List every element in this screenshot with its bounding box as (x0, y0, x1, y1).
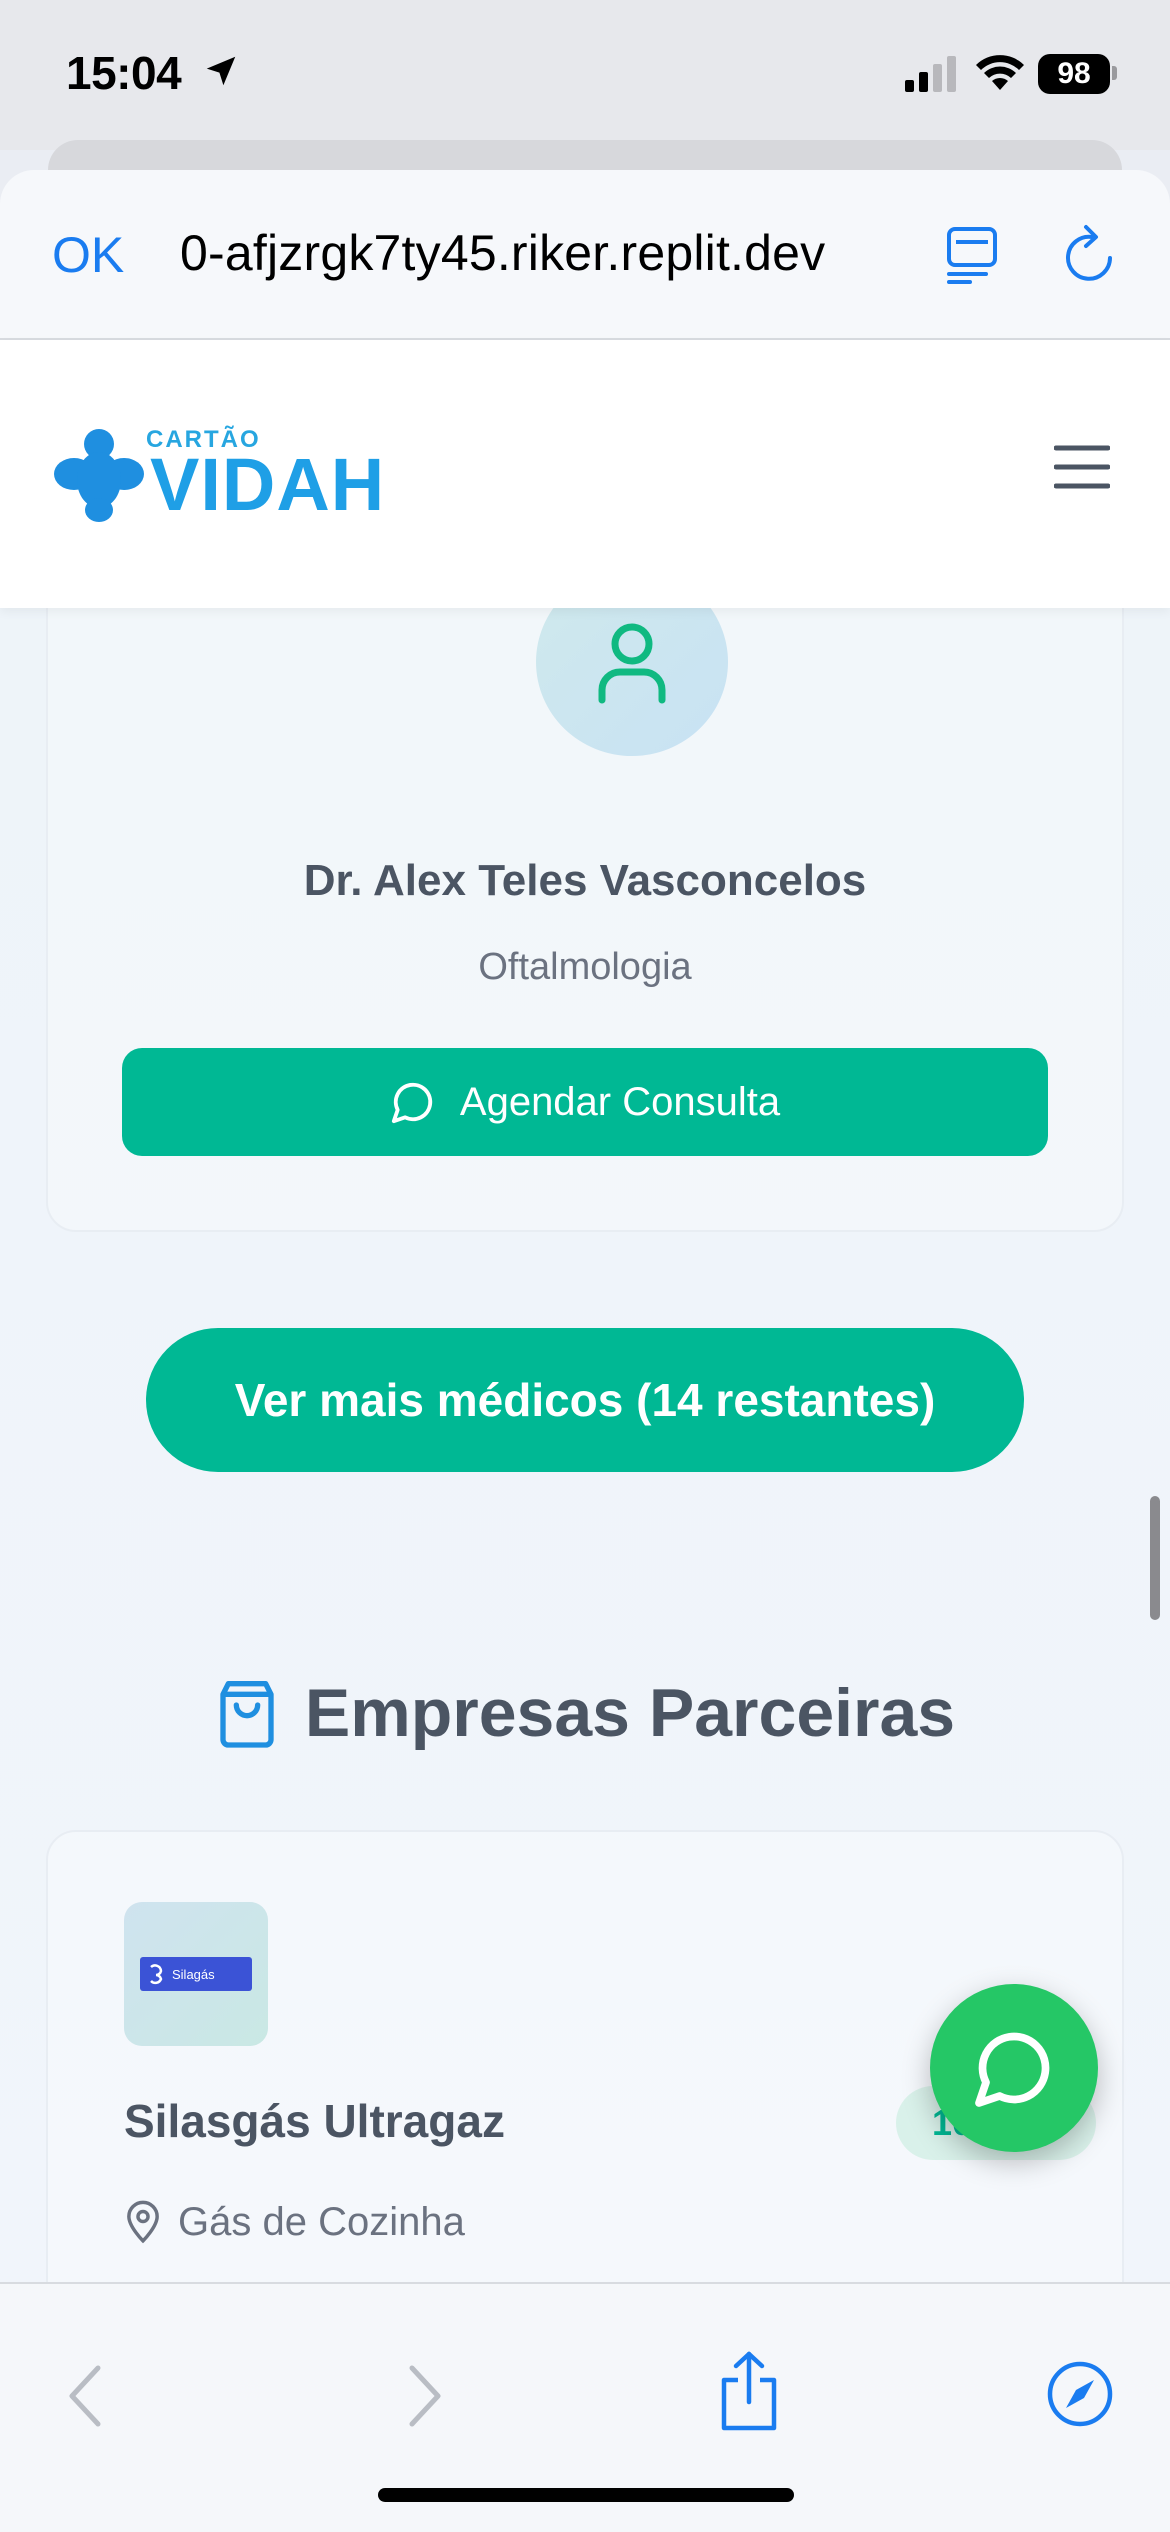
shopping-bag-icon (220, 1680, 274, 1748)
wifi-icon (976, 55, 1024, 90)
hamburger-menu-icon[interactable] (1054, 444, 1110, 490)
whatsapp-float-button[interactable] (930, 1984, 1098, 2152)
doctor-avatar (536, 608, 728, 756)
share-icon[interactable] (714, 2350, 784, 2432)
map-pin-icon (127, 2200, 159, 2244)
forward-icon[interactable] (404, 2364, 444, 2428)
site-header: CARTÃO VIDAH (0, 340, 1170, 608)
partner-logo-text: Silagás (172, 1966, 215, 1982)
whatsapp-icon (975, 2032, 1050, 2107)
logo-main-text: VIDAH (150, 443, 386, 526)
battery-level: 98 (1057, 57, 1091, 90)
url-field[interactable]: 0-afjzrgk7ty45.riker.replit.dev (180, 224, 900, 288)
cartao-vidah-logo[interactable]: CARTÃO VIDAH (54, 420, 394, 530)
cross-logo-icon (54, 429, 144, 522)
user-icon (598, 623, 666, 704)
partner-logo: Silagás (124, 1902, 268, 2046)
scrollbar[interactable] (1150, 1496, 1160, 1620)
status-time: 15:04 (66, 47, 182, 99)
more-doctors-button[interactable]: Ver mais médicos (14 restantes) (146, 1328, 1024, 1472)
home-indicator (378, 2488, 794, 2502)
battery-cap (1112, 66, 1117, 80)
partners-title-text: Empresas Parceiras (304, 1675, 956, 1751)
done-button[interactable]: OK (52, 226, 124, 284)
chat-bubble-icon (391, 1082, 432, 1124)
partner-category: Gás de Cozinha (124, 2192, 465, 2252)
cellular-signal-icon (905, 56, 956, 92)
location-arrow-icon (206, 56, 236, 86)
schedule-appointment-label: Agendar Consulta (459, 1079, 781, 1124)
partners-section-title: Empresas Parceiras (0, 1668, 1170, 1758)
compass-icon[interactable] (1046, 2360, 1114, 2428)
reader-icon[interactable] (946, 226, 998, 284)
battery-icon: 98 (1038, 54, 1110, 94)
back-icon[interactable] (66, 2364, 106, 2428)
doctor-name: Dr. Alex Teles Vasconcelos (303, 856, 867, 905)
doctor-specialty: Oftalmologia (478, 946, 692, 988)
reload-icon[interactable] (1062, 224, 1118, 284)
partner-category-label: Gás de Cozinha (178, 2199, 465, 2244)
silagas-flame-icon (150, 1964, 163, 1985)
schedule-appointment-button[interactable]: Agendar Consulta (122, 1048, 1048, 1156)
browser-address-bar: OK 0-afjzrgk7ty45.riker.replit.dev (0, 170, 1170, 340)
silagas-logo-badge: Silagás (140, 1957, 252, 1991)
partner-name: Silasgás Ultragaz (124, 2095, 505, 2147)
status-bar: 15:04 98 (0, 0, 1170, 150)
